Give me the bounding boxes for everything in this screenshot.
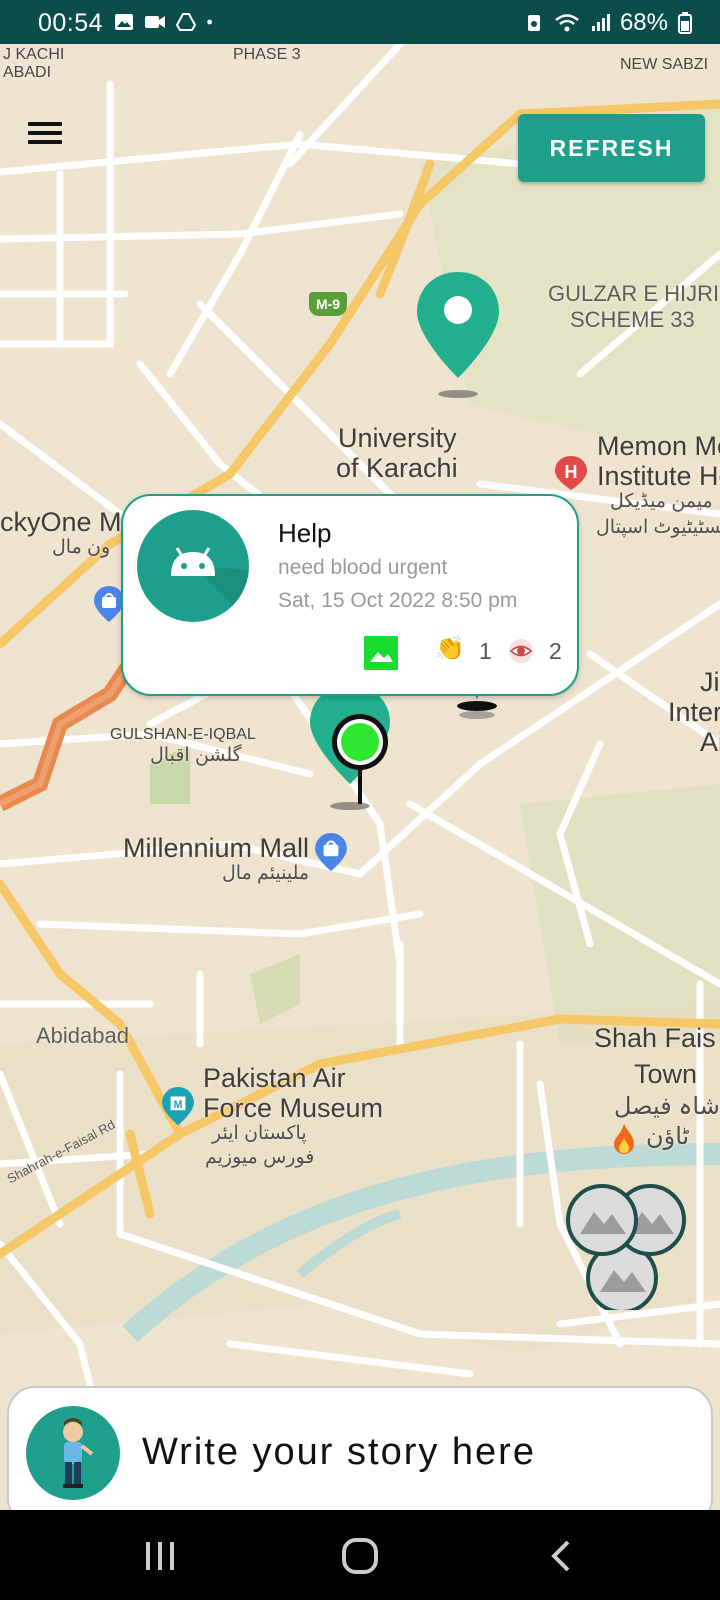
- svg-text:M: M: [174, 1099, 183, 1111]
- millennium-mall-icon[interactable]: [313, 830, 349, 874]
- hospital-icon[interactable]: H: [553, 454, 589, 492]
- map-label-university: University: [338, 423, 457, 453]
- post-description: need blood urgent: [278, 556, 448, 579]
- svg-text:H: H: [565, 462, 578, 482]
- android-icon: [171, 547, 249, 622]
- map-label-memon: Memon Me: [597, 431, 720, 461]
- map-label-new-sabzi: NEW SABZI: [620, 56, 709, 73]
- write-story-bar[interactable]: Write your story here: [7, 1386, 713, 1526]
- status-bar: 00:54 68%: [0, 0, 720, 44]
- clap-count: 1: [479, 638, 492, 664]
- dot-icon: [207, 19, 212, 25]
- map-label-scheme33: SCHEME 33: [570, 307, 695, 332]
- video-icon: [145, 16, 165, 28]
- map-label-shah-faisal-2: Town: [634, 1059, 698, 1089]
- battery-percent: 68%: [619, 9, 668, 36]
- museum-icon[interactable]: M: [160, 1084, 196, 1128]
- map-label-memon-urdu: میمن میڈیکل: [610, 491, 713, 512]
- notification-icons: [114, 12, 218, 32]
- map-label-gulshan-urdu: گلشن اقبال: [150, 745, 242, 766]
- image-icon[interactable]: [364, 636, 398, 670]
- battery-icon: [678, 12, 692, 34]
- gallery-icon: [115, 14, 133, 30]
- map-label-jinnah-2: Inter: [668, 697, 720, 727]
- map-view[interactable]: J KACHI ABADI PHASE 3 NEW SABZI M-9 GULZ…: [0, 44, 720, 1510]
- m9-shield: M-9: [309, 292, 347, 316]
- map-label-luckyone-urdu: ون مال: [52, 537, 111, 558]
- person-icon: [63, 1418, 94, 1488]
- map-label-millennium: Millennium Mall: [123, 833, 310, 863]
- map-label-memon-urdu-2: انسٹیٹیوٹ اسپتال: [596, 517, 720, 538]
- menu-line: [28, 140, 62, 144]
- battery-saver-icon: [527, 15, 540, 31]
- map-label-paf-urdu-2: فورس میوزیم: [205, 1147, 315, 1168]
- map-label-jinnah: Ji: [700, 667, 720, 697]
- user-avatar[interactable]: [26, 1406, 120, 1500]
- post-title: Help: [278, 518, 332, 548]
- fire-icon[interactable]: [612, 1122, 636, 1156]
- map-label-paf-2: Force Museum: [203, 1093, 384, 1123]
- drive-icon: [176, 13, 196, 31]
- menu-line: [28, 122, 62, 126]
- map-label-university-2: of Karachi: [336, 453, 458, 483]
- map-label-jinnah-3: Ai: [700, 727, 720, 757]
- map-label-gulzar: GULZAR E HIJRI: [548, 281, 720, 306]
- map-label-abidabad: Abidabad: [36, 1023, 129, 1048]
- wifi-icon: [555, 14, 579, 32]
- view-count: 2: [549, 638, 562, 664]
- location-pin-teal[interactable]: [413, 270, 503, 400]
- selected-location-pin[interactable]: [306, 684, 400, 814]
- back-icon[interactable]: [540, 1534, 584, 1578]
- system-icons: 68%: [524, 9, 692, 37]
- map-label-paf: Pakistan Air: [203, 1063, 346, 1093]
- image-cluster[interactable]: [566, 1184, 706, 1310]
- map-label-shah-faisal-urdu-2: ٹاؤن: [646, 1123, 690, 1150]
- recent-apps-icon[interactable]: [138, 1534, 182, 1578]
- map-label-paf-urdu: پاکستان ایئر: [212, 1123, 307, 1144]
- post-date: Sat, 15 Oct 2022 8:50 pm: [278, 589, 518, 612]
- signal-icon: [591, 14, 610, 31]
- story-prompt[interactable]: Write your story here: [142, 1431, 536, 1474]
- system-nav-bar: [0, 1510, 720, 1600]
- status-time: 00:54: [38, 9, 104, 37]
- android-avatar: [137, 510, 249, 622]
- refresh-button[interactable]: REFRESH: [518, 114, 705, 182]
- map-label-millennium-urdu: ملینیئم مال: [222, 863, 310, 884]
- map-label-luckyone: ckyOne Ma: [0, 507, 137, 537]
- map-label-phase3: PHASE 3: [233, 46, 301, 63]
- map-label-shah-faisal-urdu: شاہ فیصل: [614, 1093, 720, 1120]
- hamburger-menu-button[interactable]: [28, 122, 62, 148]
- map-label-kachi-abadi: J KACHI ABADI: [3, 46, 65, 81]
- post-info-card[interactable]: Help need blood urgent Sat, 15 Oct 2022 …: [121, 494, 579, 696]
- eye-icon[interactable]: [508, 638, 534, 664]
- map-label-memon-2: Institute Ho: [597, 461, 720, 491]
- clap-icon[interactable]: 👏: [435, 634, 465, 663]
- map-label-shah-faisal: Shah Fais: [594, 1023, 716, 1053]
- map-label-gulshan: GULSHAN-E-IQBAL: [110, 726, 256, 743]
- menu-line: [28, 131, 62, 135]
- home-icon[interactable]: [338, 1534, 382, 1578]
